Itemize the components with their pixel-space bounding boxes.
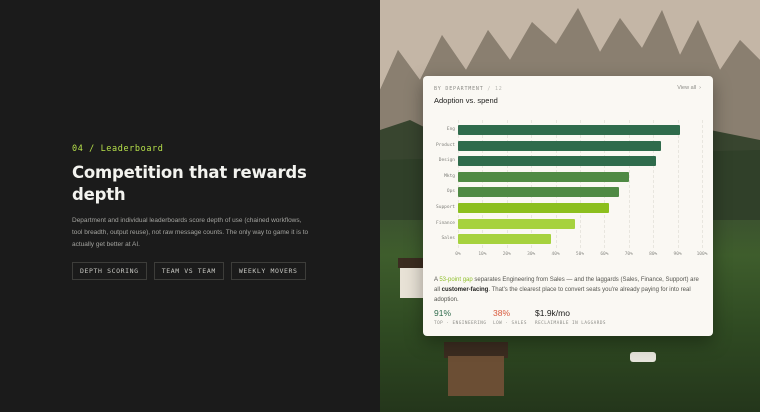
x-tick-label: 60% bbox=[600, 252, 609, 257]
stat-low-value: 38% bbox=[493, 308, 511, 318]
x-tick-label: 40% bbox=[551, 252, 560, 257]
gridline bbox=[702, 120, 703, 248]
stat-reclaimable-label: RECLAIMABLE IN LAGGARDS bbox=[535, 321, 606, 326]
gridline bbox=[580, 120, 581, 248]
bar-category-label: Sales bbox=[441, 236, 455, 242]
tag-team-vs-team[interactable]: TEAM VS TEAM bbox=[153, 262, 224, 280]
bar-eng[interactable] bbox=[458, 125, 681, 135]
barn bbox=[448, 356, 504, 396]
gridline bbox=[653, 120, 655, 248]
section-eyebrow: 04 / Leaderboard bbox=[72, 144, 164, 154]
insight-customer-facing: customer-facing bbox=[441, 287, 489, 293]
gridline bbox=[555, 120, 557, 248]
x-tick-label: 30% bbox=[527, 252, 536, 257]
x-tick-label: 80% bbox=[649, 252, 658, 257]
bar-category-label: Mktg bbox=[444, 173, 455, 179]
bar-mktg[interactable] bbox=[458, 171, 629, 182]
insight-gap: 53-point gap bbox=[439, 277, 473, 283]
gridline bbox=[506, 120, 508, 248]
x-tick-label: 20% bbox=[502, 252, 511, 257]
left-panel: 04 / Leaderboard Competition that reward… bbox=[0, 0, 380, 412]
bar-category-label: Support bbox=[436, 205, 455, 210]
x-tick-label: 100% bbox=[696, 252, 708, 257]
insight-text: A 53-point gap separates Engineering fro… bbox=[434, 275, 704, 305]
stat-top: 91% TOP · ENGINEERING bbox=[434, 308, 486, 326]
section-headline: Competition that rewards depth bbox=[72, 163, 307, 204]
bar-category-label: Eng bbox=[446, 127, 455, 132]
bar-category-label: Design bbox=[438, 158, 455, 164]
stat-top-label: TOP · ENGINEERING bbox=[434, 321, 487, 326]
bar-sales[interactable] bbox=[458, 234, 551, 245]
stat-reclaimable: $1.9k/mo RECLAIMABLE IN LAGGARDS bbox=[535, 308, 606, 326]
x-tick-label: 10% bbox=[478, 252, 487, 257]
department-bar-chart: 0% 10% 20% 30% 40% 50% 60% 70% 80% 90% 100% Eng Prod… bbox=[423, 76, 713, 266]
section-description: Department and individual leaderboards s… bbox=[72, 217, 309, 248]
x-tick-label: 50% bbox=[575, 252, 585, 257]
bar-support[interactable] bbox=[458, 203, 610, 213]
hay-bales bbox=[630, 352, 656, 362]
bar-ops[interactable] bbox=[458, 187, 620, 198]
gridline bbox=[531, 120, 533, 248]
gridline bbox=[677, 120, 679, 248]
stat-top-value: 91% bbox=[434, 308, 452, 318]
bar-design[interactable] bbox=[458, 156, 656, 167]
tag-depth-scoring[interactable]: DEPTH SCORING bbox=[72, 262, 147, 280]
bar-finance[interactable] bbox=[458, 218, 576, 229]
x-tick-label: 90% bbox=[673, 252, 682, 257]
stat-low: 38% LOW · SALES bbox=[493, 308, 527, 326]
gridline bbox=[628, 120, 630, 248]
tag-weekly-movers[interactable]: WEEKLY MOVERS bbox=[230, 262, 306, 280]
feature-tags: DEPTH SCORING TEAM VS TEAM WEEKLY MOVERS bbox=[72, 262, 306, 280]
gridline bbox=[482, 120, 484, 248]
bar-category-label: Product bbox=[436, 142, 455, 148]
bar-product[interactable] bbox=[458, 140, 661, 151]
x-tick-label: 0% bbox=[455, 252, 461, 257]
bar-category-label: Ops bbox=[446, 189, 455, 195]
stat-reclaimable-value: $1.9k/mo bbox=[535, 308, 570, 318]
x-tick-label: 70% bbox=[624, 252, 633, 257]
gridline bbox=[458, 120, 459, 248]
stat-low-label: LOW · SALES bbox=[493, 321, 527, 326]
adoption-card: BY DEPARTMENT / 12 Adoption vs. spend Vi… bbox=[423, 76, 713, 336]
bar-category-label: Finance bbox=[436, 220, 455, 226]
gridline bbox=[604, 120, 606, 248]
